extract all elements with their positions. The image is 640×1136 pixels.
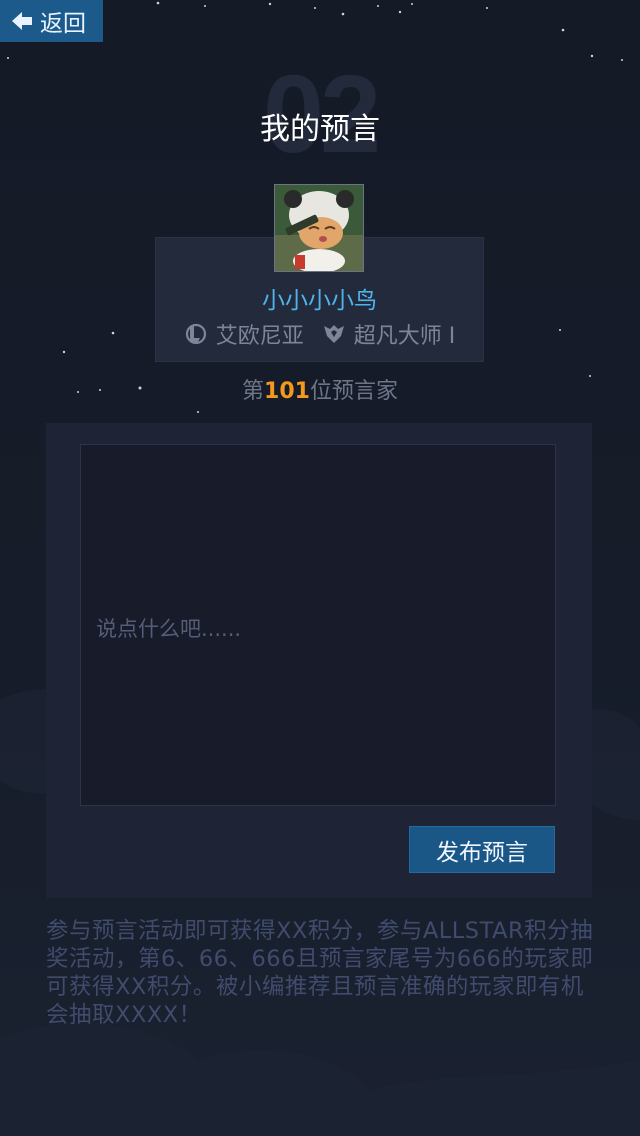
avatar[interactable] xyxy=(274,184,364,272)
arrow-left-icon xyxy=(12,12,32,30)
prophet-rank-suffix: 位预言家 xyxy=(309,379,398,404)
back-label: 返回 xyxy=(40,11,86,37)
profile-meta: 艾欧尼亚 超凡大师 I xyxy=(155,318,484,350)
prophet-rank-prefix: 第 xyxy=(242,379,265,404)
player-nickname: 小小小小鸟 xyxy=(262,288,377,314)
league-icon xyxy=(185,323,206,345)
server-info: 艾欧尼亚 xyxy=(184,318,304,350)
page-title: 我的预言 xyxy=(260,112,380,147)
avatar-image xyxy=(275,185,363,271)
rank-badge-icon xyxy=(323,325,344,343)
server-name: 艾欧尼亚 xyxy=(215,324,304,349)
rank-info: 超凡大师 I xyxy=(322,318,455,350)
rank-name: 超凡大师 I xyxy=(353,324,456,349)
prophet-rank: 第101位预言家 xyxy=(0,373,640,405)
publish-button[interactable]: 发布预言 xyxy=(409,826,555,873)
back-button[interactable]: 返回 xyxy=(0,0,103,42)
rules-description: 参与预言活动即可获得XX积分，参与ALLSTAR积分抽奖活动，第6、66、666… xyxy=(46,918,594,1028)
prediction-textarea[interactable]: 说点什么吧...... xyxy=(80,444,556,806)
prophet-rank-number: 101 xyxy=(264,379,310,404)
